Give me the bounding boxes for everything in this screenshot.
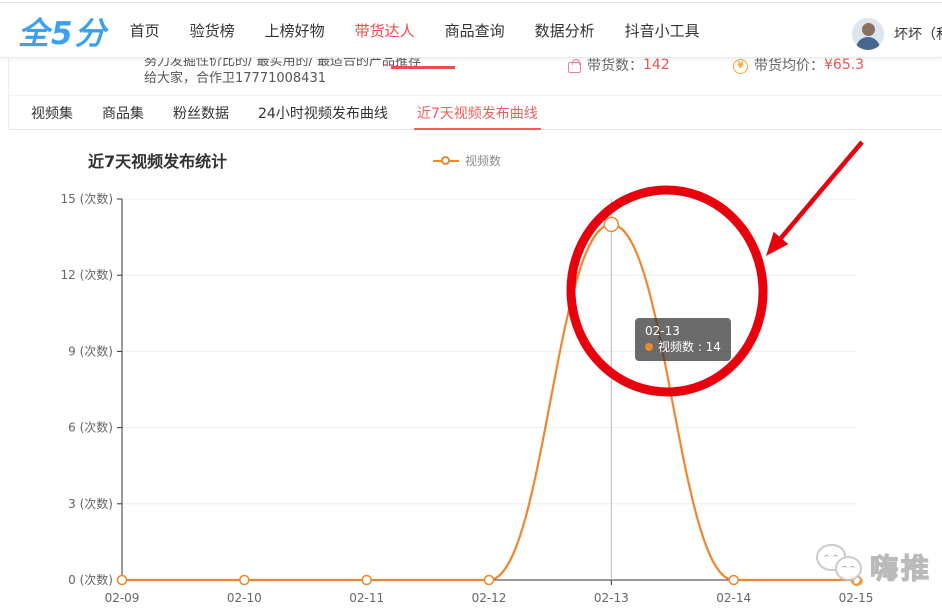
data-point-marker: [729, 576, 738, 585]
x-axis-tick-label: 02-11: [349, 591, 384, 605]
y-axis-tick-label: 6 (次数): [68, 420, 113, 435]
line-series-legend-icon: [433, 156, 459, 165]
top-navbar: 全5分 首页 验货榜 上榜好物 带货达人 商品查询 数据分析 抖音小工具 坏坏（…: [0, 3, 942, 58]
chart-title: 近7天视频发布统计: [88, 148, 227, 172]
series-dot-icon: [645, 343, 653, 351]
tab-fans-data[interactable]: 粉丝数据: [173, 96, 229, 129]
y-axis-tick-label: 3 (次数): [68, 496, 113, 511]
user-avatar[interactable]: [852, 18, 884, 50]
tab-product-collection[interactable]: 商品集: [102, 96, 144, 129]
y-axis-tick-label: 9 (次数): [68, 343, 113, 358]
data-point-marker: [485, 576, 494, 585]
active-nav-underline: [391, 66, 455, 69]
chart-legend[interactable]: 视频数: [433, 152, 501, 169]
tab-24h-publish-curve[interactable]: 24小时视频发布曲线: [258, 96, 388, 129]
x-axis-tick-label: 02-15: [839, 591, 874, 605]
series-line: [122, 224, 856, 580]
main-nav: 首页 验货榜 上榜好物 带货达人 商品查询 数据分析 抖音小工具: [130, 20, 700, 41]
haitui-watermark: 嗨推: [810, 541, 932, 593]
chat-bubbles-logo-icon: [810, 541, 868, 593]
line-chart-plot-area[interactable]: 0 (次数) 3 (次数) 6 (次数) 9 (次数) 12 (次数) 15 (次数) 02…: [0, 0, 942, 612]
x-axis-tick-label: 02-13: [594, 591, 629, 605]
x-axis-tick-label: 02-12: [472, 591, 507, 605]
x-axis-tick-label: 02-10: [227, 591, 262, 605]
data-point-marker: [362, 576, 371, 585]
nav-item-top-goods[interactable]: 上榜好物: [265, 20, 325, 41]
data-point-marker: [604, 217, 618, 231]
data-point-marker: [118, 576, 127, 585]
nav-item-inspection-rank[interactable]: 验货榜: [190, 20, 235, 41]
y-axis-tick-label: 15 (次数): [61, 191, 113, 206]
nav-item-home[interactable]: 首页: [130, 20, 160, 41]
legend-label: 视频数: [465, 152, 501, 169]
tooltip-date: 02-13: [645, 323, 721, 339]
x-axis-tick-label: 02-14: [716, 591, 751, 605]
tooltip-series-row: 视频数 : 14: [645, 339, 721, 355]
nav-item-product-search[interactable]: 商品查询: [445, 20, 505, 41]
app-logo[interactable]: 全5分: [18, 8, 108, 53]
tooltip-value: 视频数 : 14: [658, 340, 721, 354]
app-screen: 全5分 首页 验货榜 上榜好物 带货达人 商品查询 数据分析 抖音小工具 坏坏（…: [0, 0, 942, 612]
tab-7day-publish-curve[interactable]: 近7天视频发布曲线: [417, 96, 538, 129]
watermark-text: 嗨推: [870, 547, 932, 587]
user-name[interactable]: 坏坏（私人: [894, 24, 942, 44]
x-axis-tick-label: 02-09: [105, 591, 140, 605]
nav-item-douyin-tools[interactable]: 抖音小工具: [625, 20, 700, 41]
nav-item-influencers[interactable]: 带货达人: [355, 20, 415, 41]
y-axis-tick-label: 12 (次数): [61, 267, 113, 282]
tab-video-collection[interactable]: 视频集: [31, 96, 73, 129]
user-account[interactable]: 坏坏（私人: [852, 6, 942, 61]
y-axis-tick-label: 0 (次数): [68, 572, 113, 587]
nav-item-data-analysis[interactable]: 数据分析: [535, 20, 595, 41]
chart-tooltip: 02-13 视频数 : 14: [635, 318, 731, 361]
data-point-marker: [240, 576, 249, 585]
detail-tabbar: 视频集 商品集 粉丝数据 24小时视频发布曲线 近7天视频发布曲线: [8, 95, 942, 130]
